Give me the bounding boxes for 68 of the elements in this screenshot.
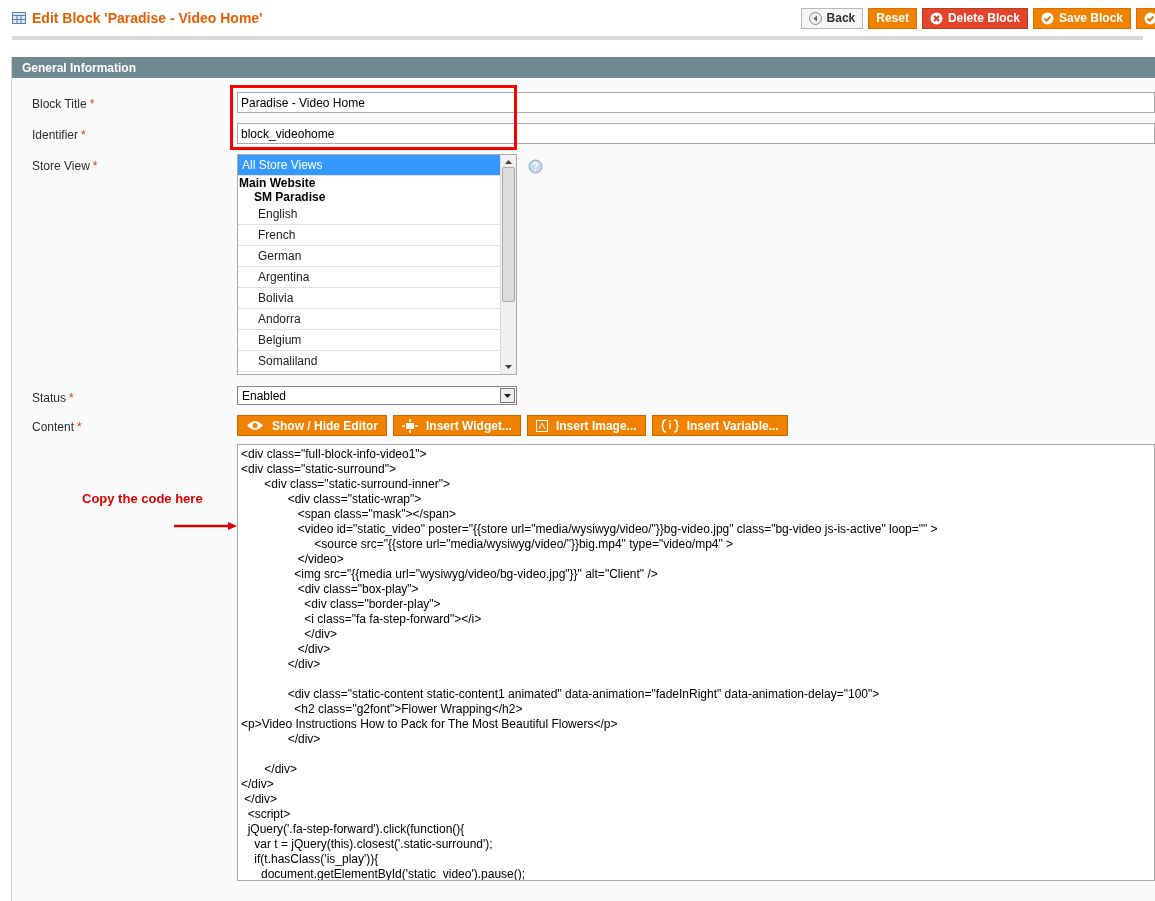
code-line: <div class="static-surround-inner"> [263, 477, 450, 492]
store-option[interactable]: Andorra [238, 309, 500, 330]
store-option[interactable]: German [238, 246, 500, 267]
code-line: <div class="full-block-info-video1"> [241, 447, 427, 462]
store-option[interactable]: Argentina [238, 267, 500, 288]
store-option[interactable]: Somaliland [238, 351, 500, 372]
field-label: Store View [32, 158, 90, 175]
code-line: </div> [243, 792, 278, 807]
code-line: </video> [296, 552, 344, 567]
scroll-down-icon[interactable] [505, 365, 512, 369]
code-line: </div> [296, 642, 331, 657]
eye-icon [246, 420, 264, 431]
code-line: if(t.hasClass('is_play')){ [253, 852, 379, 867]
code-line: <img src="{{media url="wysiwyg/video/bg-video.jpg"}}" alt="Client" /> [293, 567, 658, 582]
code-line: <source src="{{store url="media/wysiwyg/video/"}}big.mp4" type="video/mp4" > [313, 537, 734, 552]
scrollbar[interactable] [500, 155, 516, 374]
field-label: Block Title [32, 96, 87, 113]
store-option[interactable]: English [238, 204, 500, 225]
braces-icon [660, 418, 679, 433]
code-line: <div class="static-content static-content1 animated" data-animation="fadeInRight" data-animation-delay="100"> [286, 687, 880, 702]
image-icon [535, 419, 548, 432]
required-asterisk: * [81, 127, 86, 144]
required-asterisk: * [69, 390, 74, 407]
code-line: </div> [286, 732, 321, 747]
check-icon [1040, 11, 1054, 25]
code-line: <p>Video Instructions How to Pack for The Most Beautiful Flowers</p> [241, 717, 618, 732]
code-line: </div> [263, 762, 298, 777]
code-line: var t = jQuery(this).closest('.static-surround'); [253, 837, 493, 852]
check-icon [1144, 11, 1155, 25]
code-line: <h2 class="g2font">Flower Wrapping</h2> [293, 702, 523, 717]
field-label: Content [32, 419, 75, 436]
code-line: <script> [246, 807, 291, 822]
page-title: Edit Block 'Paradise - Video Home' [32, 8, 263, 28]
crosshair-icon [402, 418, 418, 433]
code-line: <div class="border-play"> [303, 597, 441, 612]
close-icon [929, 11, 943, 25]
section-header: General Information [12, 57, 1155, 78]
option-group-label: Main Website [238, 176, 317, 190]
code-line: </div> [286, 657, 321, 672]
code-editor[interactable] [237, 444, 1155, 881]
text-field[interactable]: Paradise - Video Home [237, 92, 1155, 113]
multi-select-list[interactable]: All Store Views Main Website SM Paradise English French German Argentina Bolivia Andorra Belgium Somaliland [237, 154, 517, 375]
field-label: Status [32, 390, 67, 407]
arrow-icon [174, 521, 238, 530]
field-label: Identifier [32, 127, 79, 144]
status-select[interactable]: Enabled [237, 386, 517, 405]
code-line: <div class="static-wrap"> [286, 492, 422, 507]
code-line: <div class="static-surround"> [241, 462, 396, 477]
action-button[interactable]: Back [800, 7, 864, 29]
required-asterisk: * [92, 158, 98, 175]
code-line: <video id="static_video" poster="{{store url="media/wysiwyg/video/"}}bg-video.jpg" class="bg-video js-is-active" loop="" > [296, 522, 938, 537]
text-field[interactable]: block_videohome [237, 123, 1155, 144]
option-group-label: SM Paradise [253, 190, 327, 204]
code-line: <span class="mask"></span> [296, 507, 456, 522]
required-asterisk: * [77, 419, 82, 436]
store-option[interactable]: Belgium [238, 330, 500, 351]
annotation-text: Copy the code here [82, 490, 203, 508]
scroll-up-icon[interactable] [505, 160, 512, 164]
code-line: <i class="fa fa-step-forward"></i> [303, 612, 482, 627]
store-option[interactable]: French [238, 225, 500, 246]
required-asterisk: * [89, 96, 95, 113]
code-line: <div class="box-play"> [296, 582, 419, 597]
grid-icon [12, 12, 26, 24]
code-line: </div> [303, 627, 338, 642]
action-button[interactable]: Delete Block [921, 7, 1028, 29]
code-line: </div> [241, 777, 274, 792]
store-option[interactable]: Bolivia [238, 288, 500, 309]
code-line: jQuery('.fa-step-forward').click(function(){ [246, 822, 465, 837]
